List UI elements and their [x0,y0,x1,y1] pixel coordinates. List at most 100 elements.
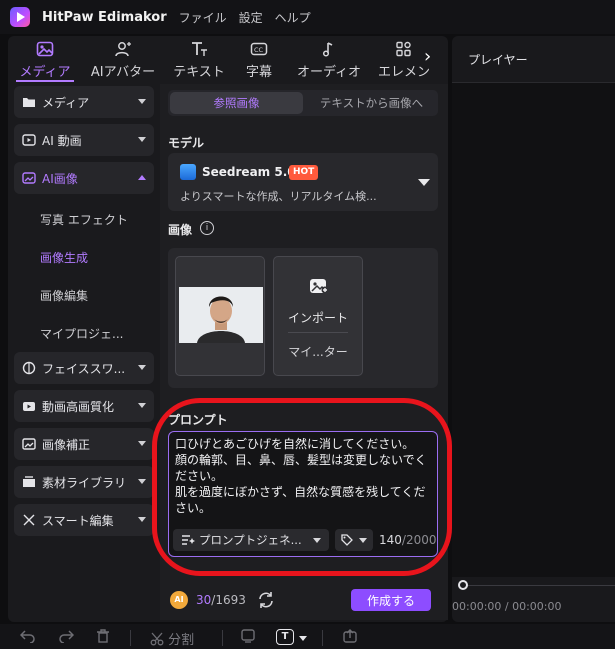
refresh-icon[interactable] [256,590,276,610]
sidebar-item-label: 素材ライブラリ [42,475,127,490]
model-selector[interactable]: Seedream 5.0 HOT よりスマートな作成、リアルタイム検... [168,153,438,211]
delete-icon[interactable] [96,629,110,647]
tab-subtitle[interactable]: CC 字幕 [234,36,284,82]
tab-text[interactable]: テキスト [164,36,234,82]
sidebar-item-video-enhance[interactable]: 動画高画質化 [14,390,154,422]
sidebar-item-image-fix[interactable]: 画像補正 [14,428,154,460]
menu-settings[interactable]: 設定 [239,9,263,26]
image-add-icon [309,277,329,295]
active-tab-indicator [16,80,74,82]
sidebar-item-smart-edit[interactable]: スマート編集 [14,504,154,536]
sidebar-item-label: 画像補正 [42,437,91,452]
mode-switch: 参照画像 テキストから画像へ [168,90,438,116]
tool-tabs: メディア AIアバター テキスト CC 字幕 オーディオ エレメン [8,36,448,82]
sidebar-subitem-image-generate[interactable]: 画像生成 [14,238,154,276]
text-tool-button[interactable]: T [276,629,294,645]
credits-used: 30 [196,593,212,607]
menu-file[interactable]: ファイル [179,9,227,26]
import-label: インポート [287,311,348,325]
app-logo-icon [10,7,30,27]
subtitle-tool-icon[interactable] [240,629,256,647]
divider [130,630,131,646]
image-fix-icon [22,437,36,451]
chevron-down-icon [138,365,146,370]
tab-audio[interactable]: オーディオ [284,36,374,82]
ai-avatar-icon [113,40,133,58]
my-media-link[interactable]: マイ...ター [274,343,362,360]
ai-credits-icon: AI [170,591,188,609]
split-label: 分割 [168,633,195,648]
redo-icon[interactable] [58,629,75,647]
timeline-scrubber[interactable] [460,585,615,586]
app-title: HitPaw Edimakor [42,9,167,25]
sidebar-item-library[interactable]: 素材ライブラリ [14,466,154,498]
model-name: Seedream 5.0 [202,165,296,179]
create-button[interactable]: 作成する [351,589,431,611]
import-card[interactable]: インポート マイ...ター [273,256,363,376]
chevron-down-icon [138,441,146,446]
sidebar: メディア AI 動画 AI画像 写真 エフェクト 画像生成 画像編集 マイプロジ… [14,86,154,542]
audio-icon [319,40,339,58]
svg-text:CC: CC [254,46,264,54]
sidebar-item-label: メディア [42,95,90,110]
ai-video-icon [22,133,36,147]
sidebar-item-label: AI画像 [42,171,78,186]
model-description: よりスマートな作成、リアルタイム検... [180,190,377,203]
sidebar-item-face-swap[interactable]: フェイススワ... [14,352,154,384]
sidebar-item-label: 動画高画質化 [42,399,115,414]
chevron-down-icon [138,517,146,522]
sidebar-subitem-photo-effect[interactable]: 写真 エフェクト [14,200,154,238]
scissors-icon [150,632,164,646]
split-button[interactable]: 分割 [150,629,194,648]
library-icon [22,475,36,489]
subtitle-icon: CC [249,40,269,58]
info-icon[interactable]: i [200,221,214,235]
chevron-down-icon [138,137,146,142]
chevron-up-icon [138,175,146,180]
menu-help[interactable]: ヘルプ [275,9,311,26]
export-icon[interactable] [342,629,358,647]
tab-text-to-image[interactable]: テキストから画像へ [305,90,438,116]
reference-thumbnail[interactable] [175,256,265,376]
divider [322,630,323,646]
chevron-down-icon [138,403,146,408]
player-title: プレイヤー [468,53,528,67]
dropdown-caret-icon [418,179,430,186]
media-icon [35,40,55,58]
scrubber-handle[interactable] [458,580,468,590]
playback-time: 00:00:00 / 00:00:00 [452,600,562,613]
sidebar-item-label: AI 動画 [42,133,82,148]
tab-text-label: テキスト [173,65,225,80]
face-swap-icon [22,361,36,375]
player-preview[interactable] [452,83,615,577]
title-bar: HitPaw Edimakor ファイル 設定 ヘルプ [0,0,615,34]
smart-edit-icon [22,513,36,527]
tab-subtitle-label: 字幕 [245,65,272,80]
tab-media[interactable]: メディア [8,36,82,82]
image-label: 画像 [168,223,193,237]
chevron-down-icon[interactable] [299,636,307,641]
tabs-next-chevron-icon[interactable]: › [424,48,438,68]
sidebar-subitem-my-projects[interactable]: マイプロジェ... [14,314,154,352]
text-icon [189,40,209,58]
folder-icon [22,95,36,109]
bottom-toolbar [0,624,615,649]
chevron-down-icon [138,99,146,104]
sidebar-item-label: フェイススワ... [42,361,126,376]
element-icon [394,40,414,58]
sidebar-item-ai-video[interactable]: AI 動画 [14,124,154,156]
portrait-image [179,287,263,343]
tab-reference-image[interactable]: 参照画像 [170,92,303,114]
sidebar-subitem-image-edit[interactable]: 画像編集 [14,276,154,314]
ai-image-icon [22,171,36,185]
sidebar-item-media[interactable]: メディア [14,86,154,118]
sidebar-item-ai-image[interactable]: AI画像 [14,162,154,194]
sidebar-item-label: スマート編集 [42,513,114,528]
tab-media-label: メディア [19,65,71,80]
tab-ai-avatar[interactable]: AIアバター [82,36,164,82]
tab-ai-avatar-label: AIアバター [90,65,156,80]
credits-total: /1693 [211,593,246,607]
credits-counter: 30/1693 [196,593,246,607]
undo-icon[interactable] [19,629,36,647]
hot-badge: HOT [289,165,319,180]
